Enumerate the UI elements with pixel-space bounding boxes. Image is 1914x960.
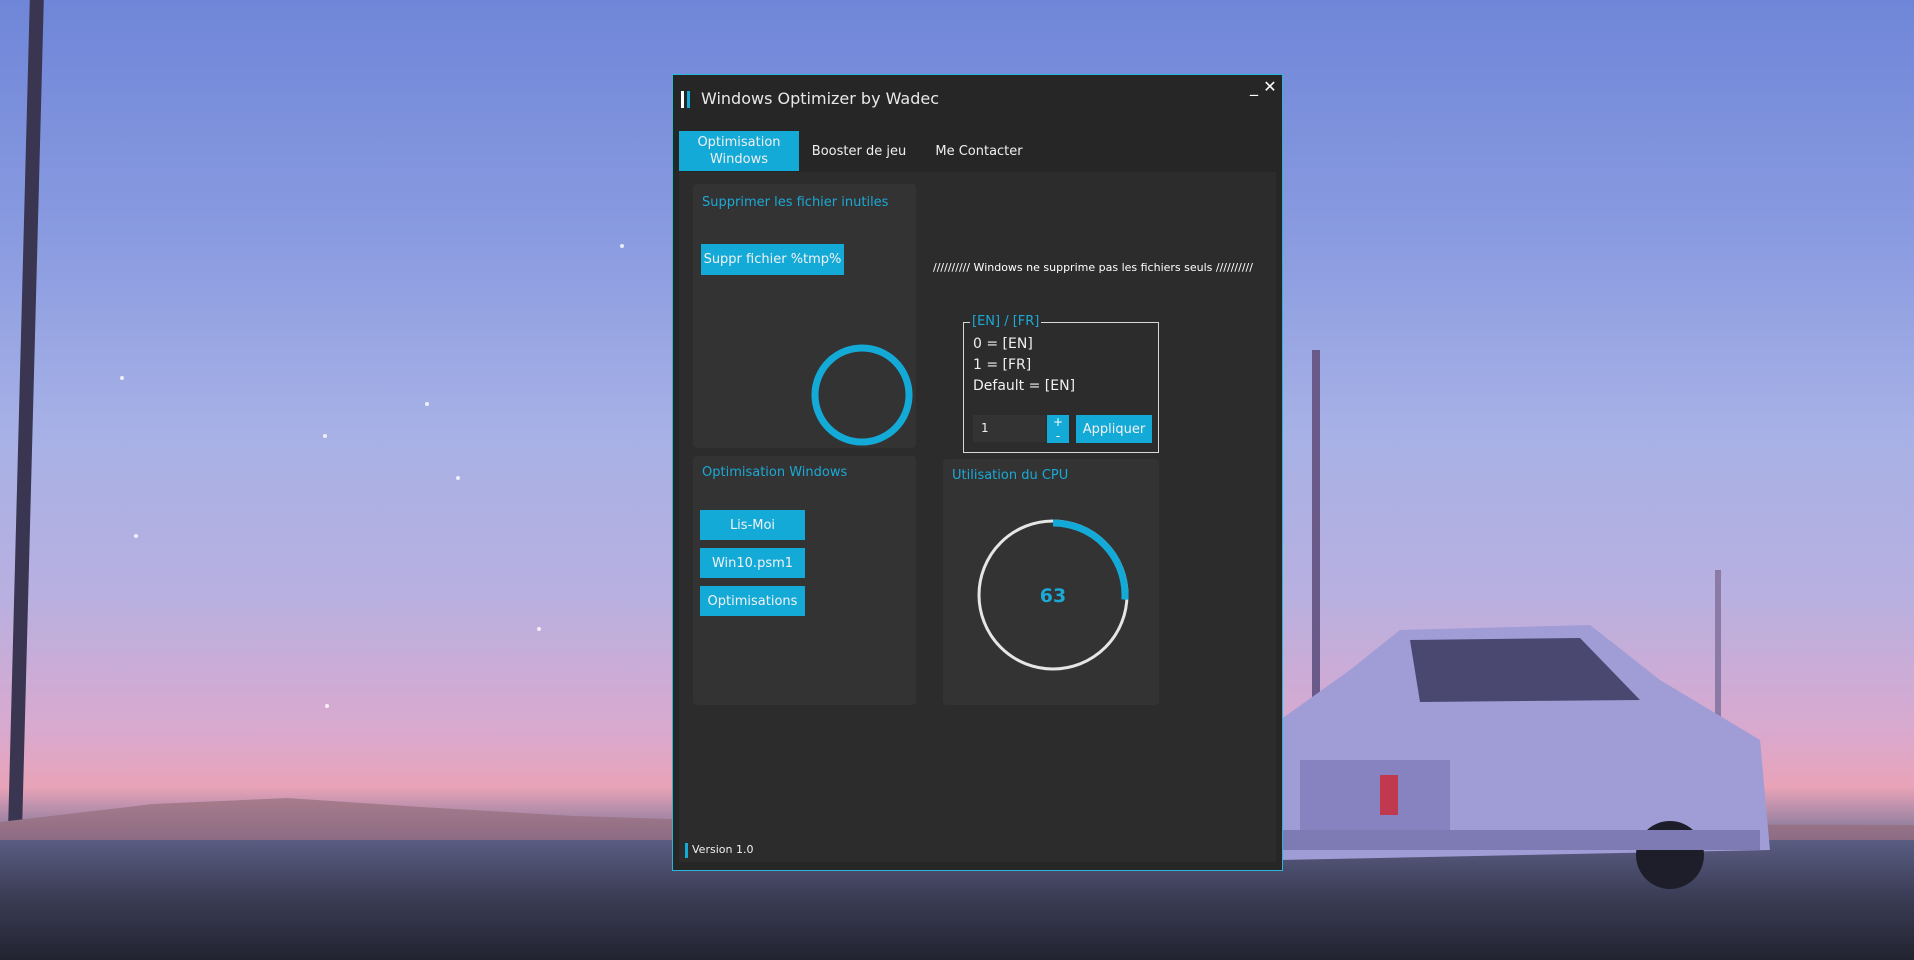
stepper-up-icon[interactable]: + <box>1047 415 1069 429</box>
notice-text: ////////// Windows ne supprime pas les f… <box>933 261 1253 274</box>
language-default: Default = [EN] <box>973 378 1076 394</box>
star <box>120 376 124 380</box>
language-group-legend: [EN] / [FR] <box>970 314 1042 329</box>
tab-content: Supprimer les fichier inutiles Suppr fic… <box>679 172 1276 862</box>
version-accent-bar <box>685 843 688 858</box>
language-option-fr: 1 = [FR] <box>973 357 1032 373</box>
cleanup-panel-title: Supprimer les fichier inutiles <box>702 195 889 210</box>
close-button[interactable]: ✕ <box>1259 77 1281 97</box>
language-value-input[interactable]: 1 <box>973 415 1046 442</box>
optimisations-button[interactable]: Optimisations <box>700 586 805 616</box>
star <box>425 402 429 406</box>
progress-ring <box>811 344 913 446</box>
app-window: Windows Optimizer by Wadec _ ✕ Optimisat… <box>672 74 1283 871</box>
language-group: [EN] / [FR] 0 = [EN] 1 = [FR] Default = … <box>963 314 1159 453</box>
language-option-en: 0 = [EN] <box>973 336 1033 352</box>
tab-optimisation-windows[interactable]: Optimisation Windows <box>679 131 799 171</box>
tab-label-line1: Optimisation <box>697 135 781 150</box>
optimization-panel-title: Optimisation Windows <box>702 465 848 480</box>
title-bar[interactable]: Windows Optimizer by Wadec _ ✕ <box>673 75 1282 125</box>
version-label: Version 1.0 <box>692 843 754 856</box>
stepper-down-icon[interactable]: - <box>1047 429 1069 443</box>
star <box>456 476 460 480</box>
star <box>325 704 329 708</box>
apply-button[interactable]: Appliquer <box>1076 415 1152 443</box>
window-title: Windows Optimizer by Wadec <box>701 89 940 108</box>
close-icon: ✕ <box>1263 77 1277 96</box>
app-logo-icon <box>681 91 691 108</box>
lis-moi-button[interactable]: Lis-Moi <box>700 510 805 540</box>
cpu-panel-title: Utilisation du CPU <box>952 468 1069 483</box>
utility-pole-left <box>6 0 44 900</box>
car-illustration <box>1280 625 1770 889</box>
optimization-panel: Optimisation Windows Lis-Moi Win10.psm1 … <box>693 456 916 705</box>
star <box>134 534 138 538</box>
win10-psm1-button[interactable]: Win10.psm1 <box>700 548 805 578</box>
cleanup-panel: Supprimer les fichier inutiles Suppr fic… <box>693 184 916 448</box>
language-stepper[interactable]: + - <box>1047 415 1069 443</box>
star <box>323 434 327 438</box>
star <box>537 627 541 631</box>
cpu-gauge-value: 63 <box>1040 585 1066 607</box>
cpu-gauge: 63 <box>977 519 1129 671</box>
cpu-panel: Utilisation du CPU 63 <box>943 459 1159 705</box>
tab-label-line2: Windows <box>709 152 769 167</box>
tab-booster-de-jeu[interactable]: Booster de jeu <box>799 131 919 171</box>
star <box>620 244 624 248</box>
delete-tmp-button[interactable]: Suppr fichier %tmp% <box>701 244 844 275</box>
tab-me-contacter[interactable]: Me Contacter <box>919 131 1039 171</box>
minimize-icon: _ <box>1250 77 1258 96</box>
